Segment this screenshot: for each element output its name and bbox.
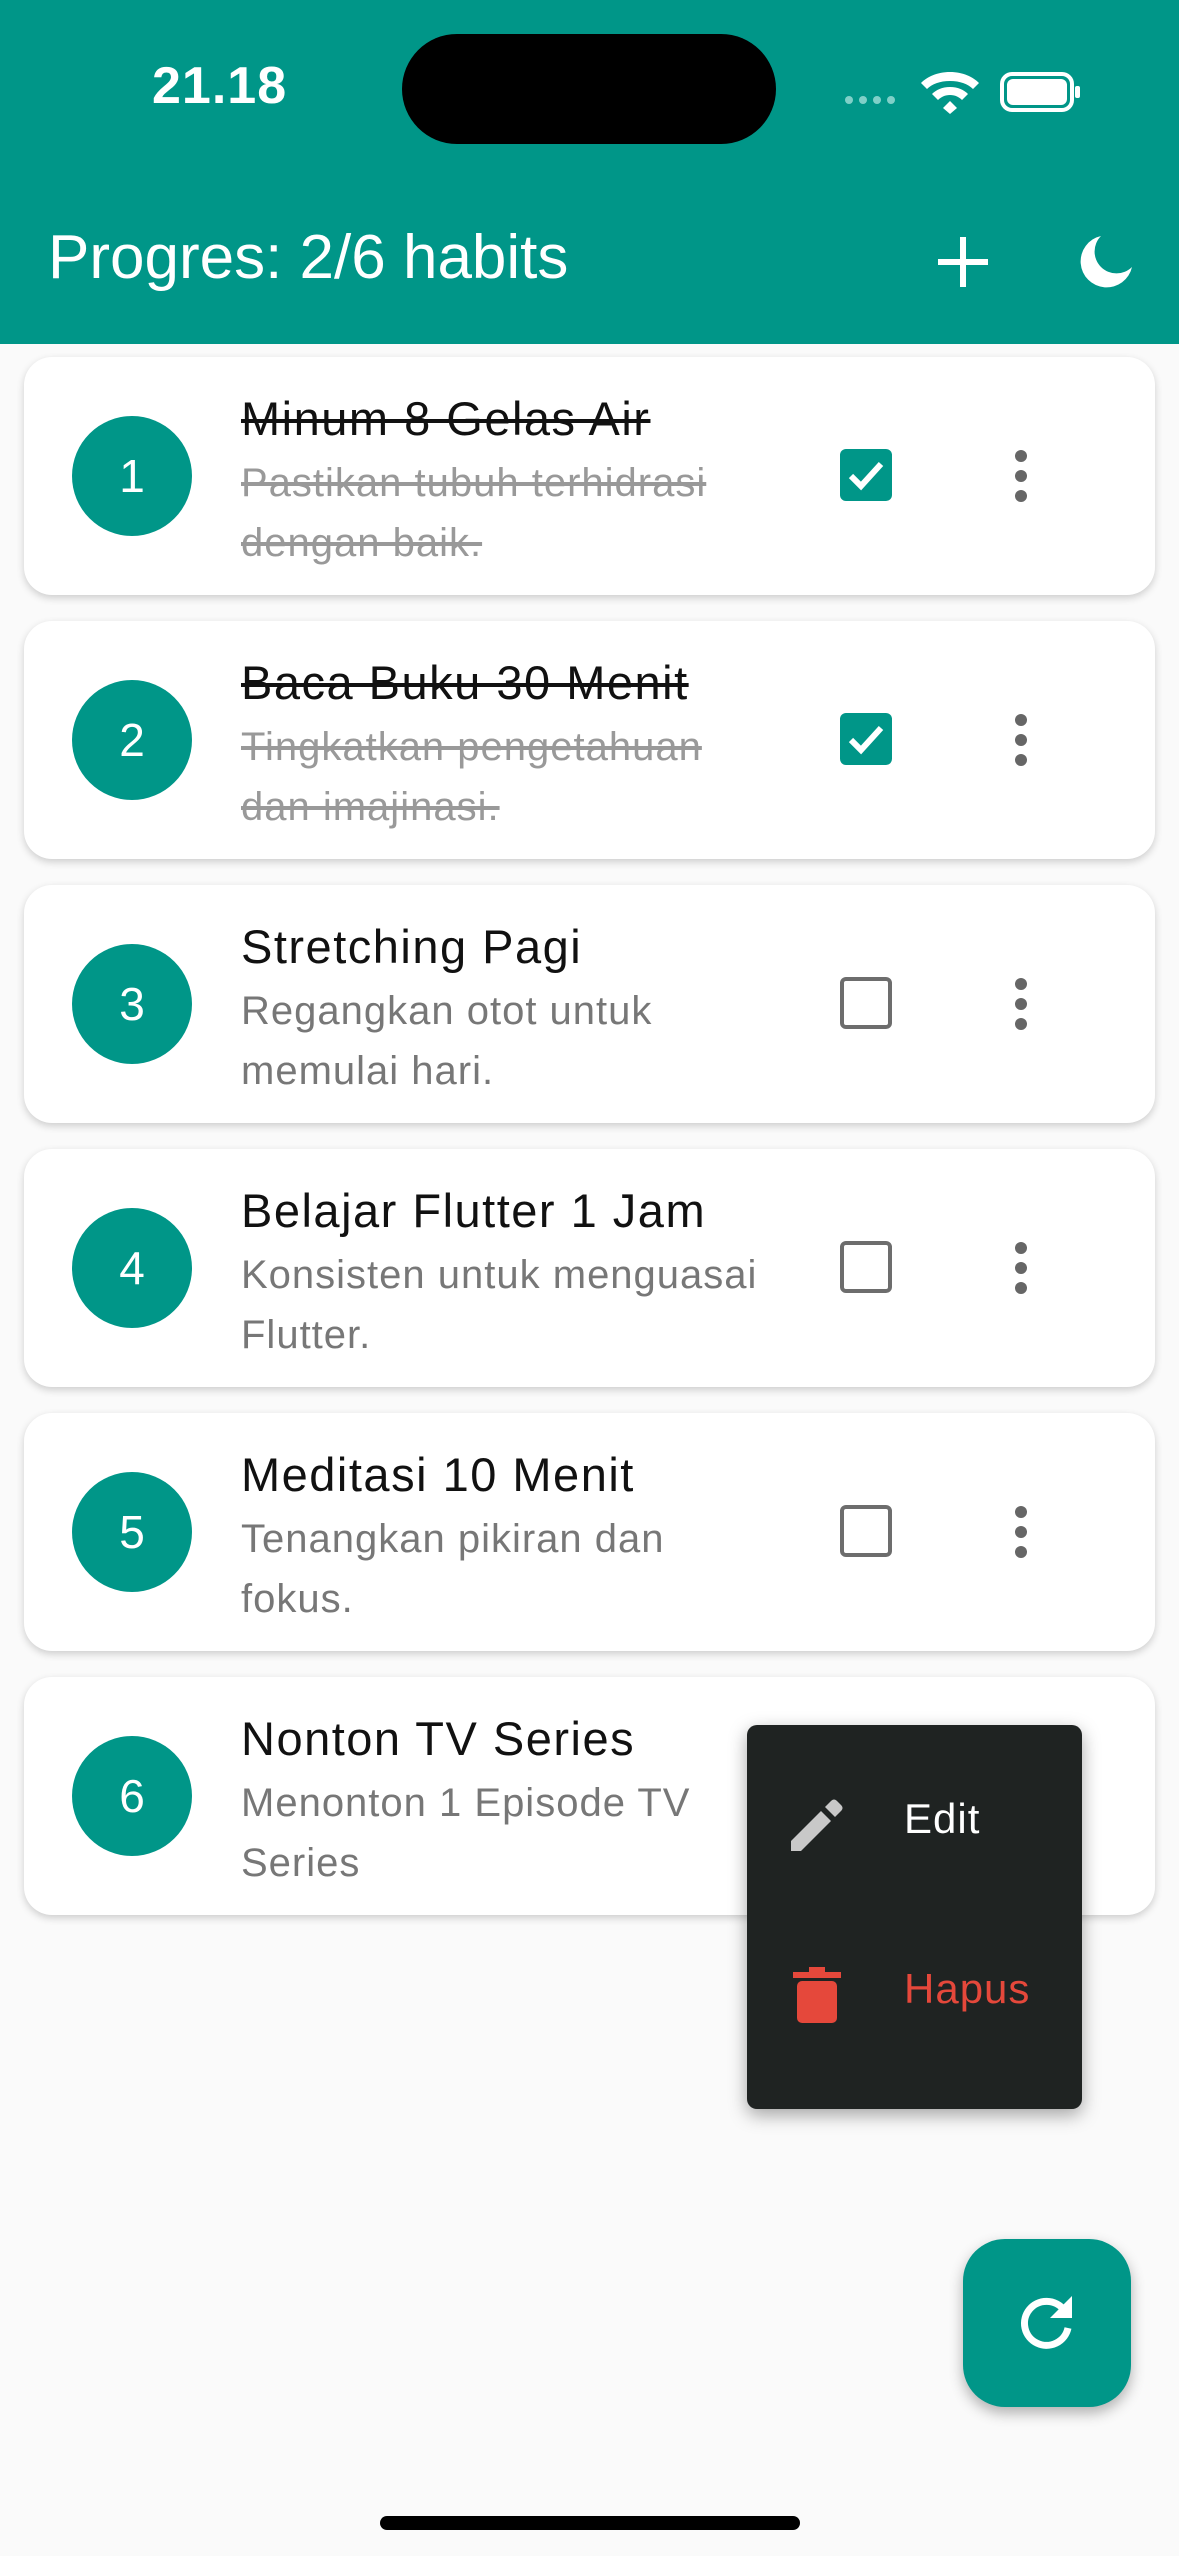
habit-description: Regangkan otot untuk memulai hari.	[241, 989, 653, 1093]
habit-title: Minum 8 Gelas Air	[241, 392, 651, 445]
habit-title: Meditasi 10 Menit	[241, 1448, 635, 1501]
habit-card-1[interactable]: 1 Minum 8 Gelas Air Pastikan tubuh terhi…	[24, 357, 1155, 595]
page-title: Progres: 2/6 habits	[48, 223, 569, 292]
check-icon	[848, 461, 884, 491]
more-vert-icon	[1015, 1242, 1027, 1294]
habit-description: Pastikan tubuh terhidrasi dengan baik.	[241, 461, 707, 565]
habit-description: Tenangkan pikiran dan fokus.	[241, 1517, 665, 1621]
check-icon	[848, 725, 884, 755]
refresh-icon	[1021, 2296, 1072, 2349]
habit-number-avatar: 3	[72, 944, 192, 1064]
habit-checkbox[interactable]	[840, 1505, 892, 1557]
habit-checkbox[interactable]	[840, 449, 892, 501]
habit-title: Belajar Flutter 1 Jam	[241, 1184, 707, 1237]
more-vert-icon	[1015, 714, 1027, 766]
more-vert-icon	[1015, 978, 1027, 1030]
habit-card-2[interactable]: 2 Baca Buku 30 Menit Tingkatkan pengetah…	[24, 621, 1155, 859]
pencil-icon	[791, 1799, 843, 1851]
menu-item-label: Edit	[904, 1795, 981, 1842]
more-vert-icon	[1015, 1506, 1027, 1558]
menu-item-edit[interactable]: Edit	[747, 1745, 1082, 1895]
moon-icon	[1080, 236, 1132, 288]
trash-icon	[793, 1967, 841, 2023]
habit-description: Konsisten untuk menguasai Flutter.	[241, 1253, 758, 1357]
more-options-button[interactable]	[986, 441, 1056, 511]
habit-checkbox[interactable]	[840, 713, 892, 765]
habit-number-avatar: 5	[72, 1472, 192, 1592]
habit-description: Tingkatkan pengetahuan dan imajinasi.	[241, 725, 702, 829]
more-options-button[interactable]	[986, 1233, 1056, 1303]
wifi-icon	[921, 72, 979, 114]
more-options-button[interactable]	[986, 1497, 1056, 1567]
signal-icon	[845, 96, 895, 104]
habit-card-3[interactable]: 3 Stretching Pagi Regangkan otot untuk m…	[24, 885, 1155, 1123]
habit-title: Stretching Pagi	[241, 920, 583, 973]
theme-toggle-button[interactable]	[1066, 222, 1146, 302]
more-options-button[interactable]	[986, 969, 1056, 1039]
habit-checkbox[interactable]	[840, 977, 892, 1029]
habit-checkbox[interactable]	[840, 1241, 892, 1293]
status-time: 21.18	[152, 57, 288, 115]
habit-number-avatar: 1	[72, 416, 192, 536]
more-vert-icon	[1015, 450, 1027, 502]
battery-icon	[1000, 72, 1080, 112]
menu-item-label: Hapus	[904, 1965, 1031, 2012]
add-icon	[938, 237, 988, 287]
habit-description: Menonton 1 Episode TV Series	[241, 1781, 691, 1885]
habit-number-avatar: 2	[72, 680, 192, 800]
habit-card-4[interactable]: 4 Belajar Flutter 1 Jam Konsisten untuk …	[24, 1149, 1155, 1387]
habit-number-avatar: 4	[72, 1208, 192, 1328]
habit-card-5[interactable]: 5 Meditasi 10 Menit Tenangkan pikiran da…	[24, 1413, 1155, 1651]
more-options-button[interactable]	[986, 705, 1056, 775]
habit-context-menu: Edit Hapus	[747, 1725, 1082, 2109]
habit-title: Baca Buku 30 Menit	[241, 656, 689, 709]
habit-title: Nonton TV Series	[241, 1712, 636, 1765]
menu-item-delete[interactable]: Hapus	[747, 1915, 1082, 2065]
habit-number-avatar: 6	[72, 1736, 192, 1856]
status-icons	[845, 72, 1080, 114]
app-bar: 21.18 Progres: 2/6 habits	[0, 0, 1179, 344]
dynamic-island	[402, 34, 776, 144]
home-indicator	[380, 2516, 800, 2530]
reset-fab-button[interactable]	[963, 2239, 1131, 2407]
add-habit-button[interactable]	[923, 222, 1003, 302]
